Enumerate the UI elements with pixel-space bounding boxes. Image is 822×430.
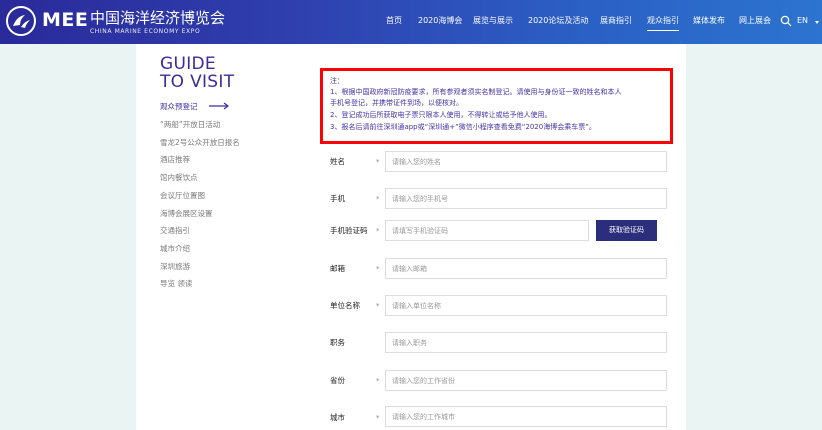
nav-media[interactable]: 媒体发布 bbox=[693, 16, 725, 26]
nav-online-expo[interactable]: 网上展会 bbox=[739, 16, 771, 26]
left-background-panel bbox=[0, 44, 136, 430]
city-input[interactable] bbox=[385, 406, 667, 427]
sidebar-item-xuelong-open-day[interactable]: 雪龙2号公众开放日报名 bbox=[160, 138, 240, 148]
required-mark: * bbox=[376, 265, 380, 273]
nav-expo-2020[interactable]: 2020海博会 bbox=[418, 16, 462, 26]
sms-code-label: 手机验证码 bbox=[330, 226, 368, 235]
site-header: MEE 中国海洋经济博览会 CHINA MARINE ECONOMY EXPO … bbox=[0, 0, 822, 44]
phone-input[interactable] bbox=[385, 188, 667, 209]
required-mark: * bbox=[376, 158, 380, 166]
required-mark: * bbox=[376, 195, 380, 203]
notice-line: 1、根据中国政府新冠防疫要求，所有参观者须实名制登记。请使用与身份证一致的姓名和… bbox=[330, 88, 622, 96]
sms-code-input[interactable] bbox=[385, 220, 589, 241]
sidebar-item-dining[interactable]: 馆内餐饮点 bbox=[160, 173, 198, 183]
company-input[interactable] bbox=[385, 295, 667, 316]
nav-exhibitor-guide[interactable]: 展商指引 bbox=[600, 16, 632, 26]
sidebar-item-exhibition-areas[interactable]: 海博会展区设置 bbox=[160, 209, 213, 219]
notice-heading: 注： bbox=[330, 77, 344, 85]
province-label: 省份 bbox=[330, 376, 345, 385]
sidebar-subtitle: TO VISIT bbox=[160, 72, 235, 92]
notice-line: 2、登记成功后所获取电子票只限本人使用，不得转让或给予他人使用。 bbox=[330, 111, 552, 119]
language-switch[interactable]: EN bbox=[797, 16, 808, 26]
registration-notice: 注： 1、根据中国政府新冠防疫要求，所有参观者须实名制登记。请使用与身份证一致的… bbox=[320, 68, 673, 144]
nav-exhibition[interactable]: 展览与展示 bbox=[473, 16, 513, 26]
position-input[interactable] bbox=[385, 332, 667, 353]
chevron-down-icon[interactable] bbox=[815, 21, 819, 24]
notice-line: 手机号登记，并携带证件到场，以便核对。 bbox=[330, 99, 463, 107]
name-label: 姓名 bbox=[330, 157, 345, 166]
sidebar-item-shenzhen-travel[interactable]: 深圳旅游 bbox=[160, 262, 190, 272]
position-label: 职务 bbox=[330, 338, 345, 347]
main-nav: 首页 2020海博会 展览与展示 2020论坛及活动 展商指引 观众指引 媒体发… bbox=[0, 0, 822, 44]
email-input[interactable] bbox=[385, 258, 667, 279]
province-input[interactable] bbox=[385, 370, 667, 391]
nav-visitor-guide[interactable]: 观众指引 bbox=[647, 16, 679, 31]
sidebar-item-hotels[interactable]: 酒店推荐 bbox=[160, 155, 190, 165]
phone-label: 手机 bbox=[330, 194, 345, 203]
nav-forum[interactable]: 2020论坛及活动 bbox=[528, 16, 588, 26]
name-input[interactable] bbox=[385, 151, 667, 172]
arrow-right-icon bbox=[209, 102, 229, 110]
nav-home[interactable]: 首页 bbox=[386, 16, 402, 26]
required-mark: * bbox=[376, 414, 380, 422]
sidebar-item-visitor-registration[interactable]: 观众预登记 bbox=[160, 102, 198, 112]
get-code-button[interactable]: 获取验证码 bbox=[596, 220, 657, 241]
email-label: 邮箱 bbox=[330, 264, 345, 273]
sidebar-item-guided-tour[interactable]: 导览 领读 bbox=[160, 279, 192, 289]
company-label: 单位名称 bbox=[330, 301, 360, 310]
sidebar-item-meeting-rooms[interactable]: 会议厅位置图 bbox=[160, 191, 205, 201]
search-icon[interactable] bbox=[780, 15, 792, 27]
city-label: 城市 bbox=[330, 413, 345, 422]
sidebar-item-ship-open-day[interactable]: “两船”开放日活动 bbox=[160, 120, 220, 130]
required-mark: * bbox=[376, 302, 380, 310]
sidebar-item-city-intro[interactable]: 城市介绍 bbox=[160, 244, 190, 254]
right-background-panel bbox=[686, 44, 822, 430]
sidebar-item-transport[interactable]: 交通指引 bbox=[160, 226, 190, 236]
required-mark: * bbox=[376, 227, 380, 235]
notice-line: 3、报名后请前往深圳通app或“深圳通+”微信小程序查看免费“2020海博会乘车… bbox=[330, 123, 596, 131]
required-mark: * bbox=[376, 377, 380, 385]
